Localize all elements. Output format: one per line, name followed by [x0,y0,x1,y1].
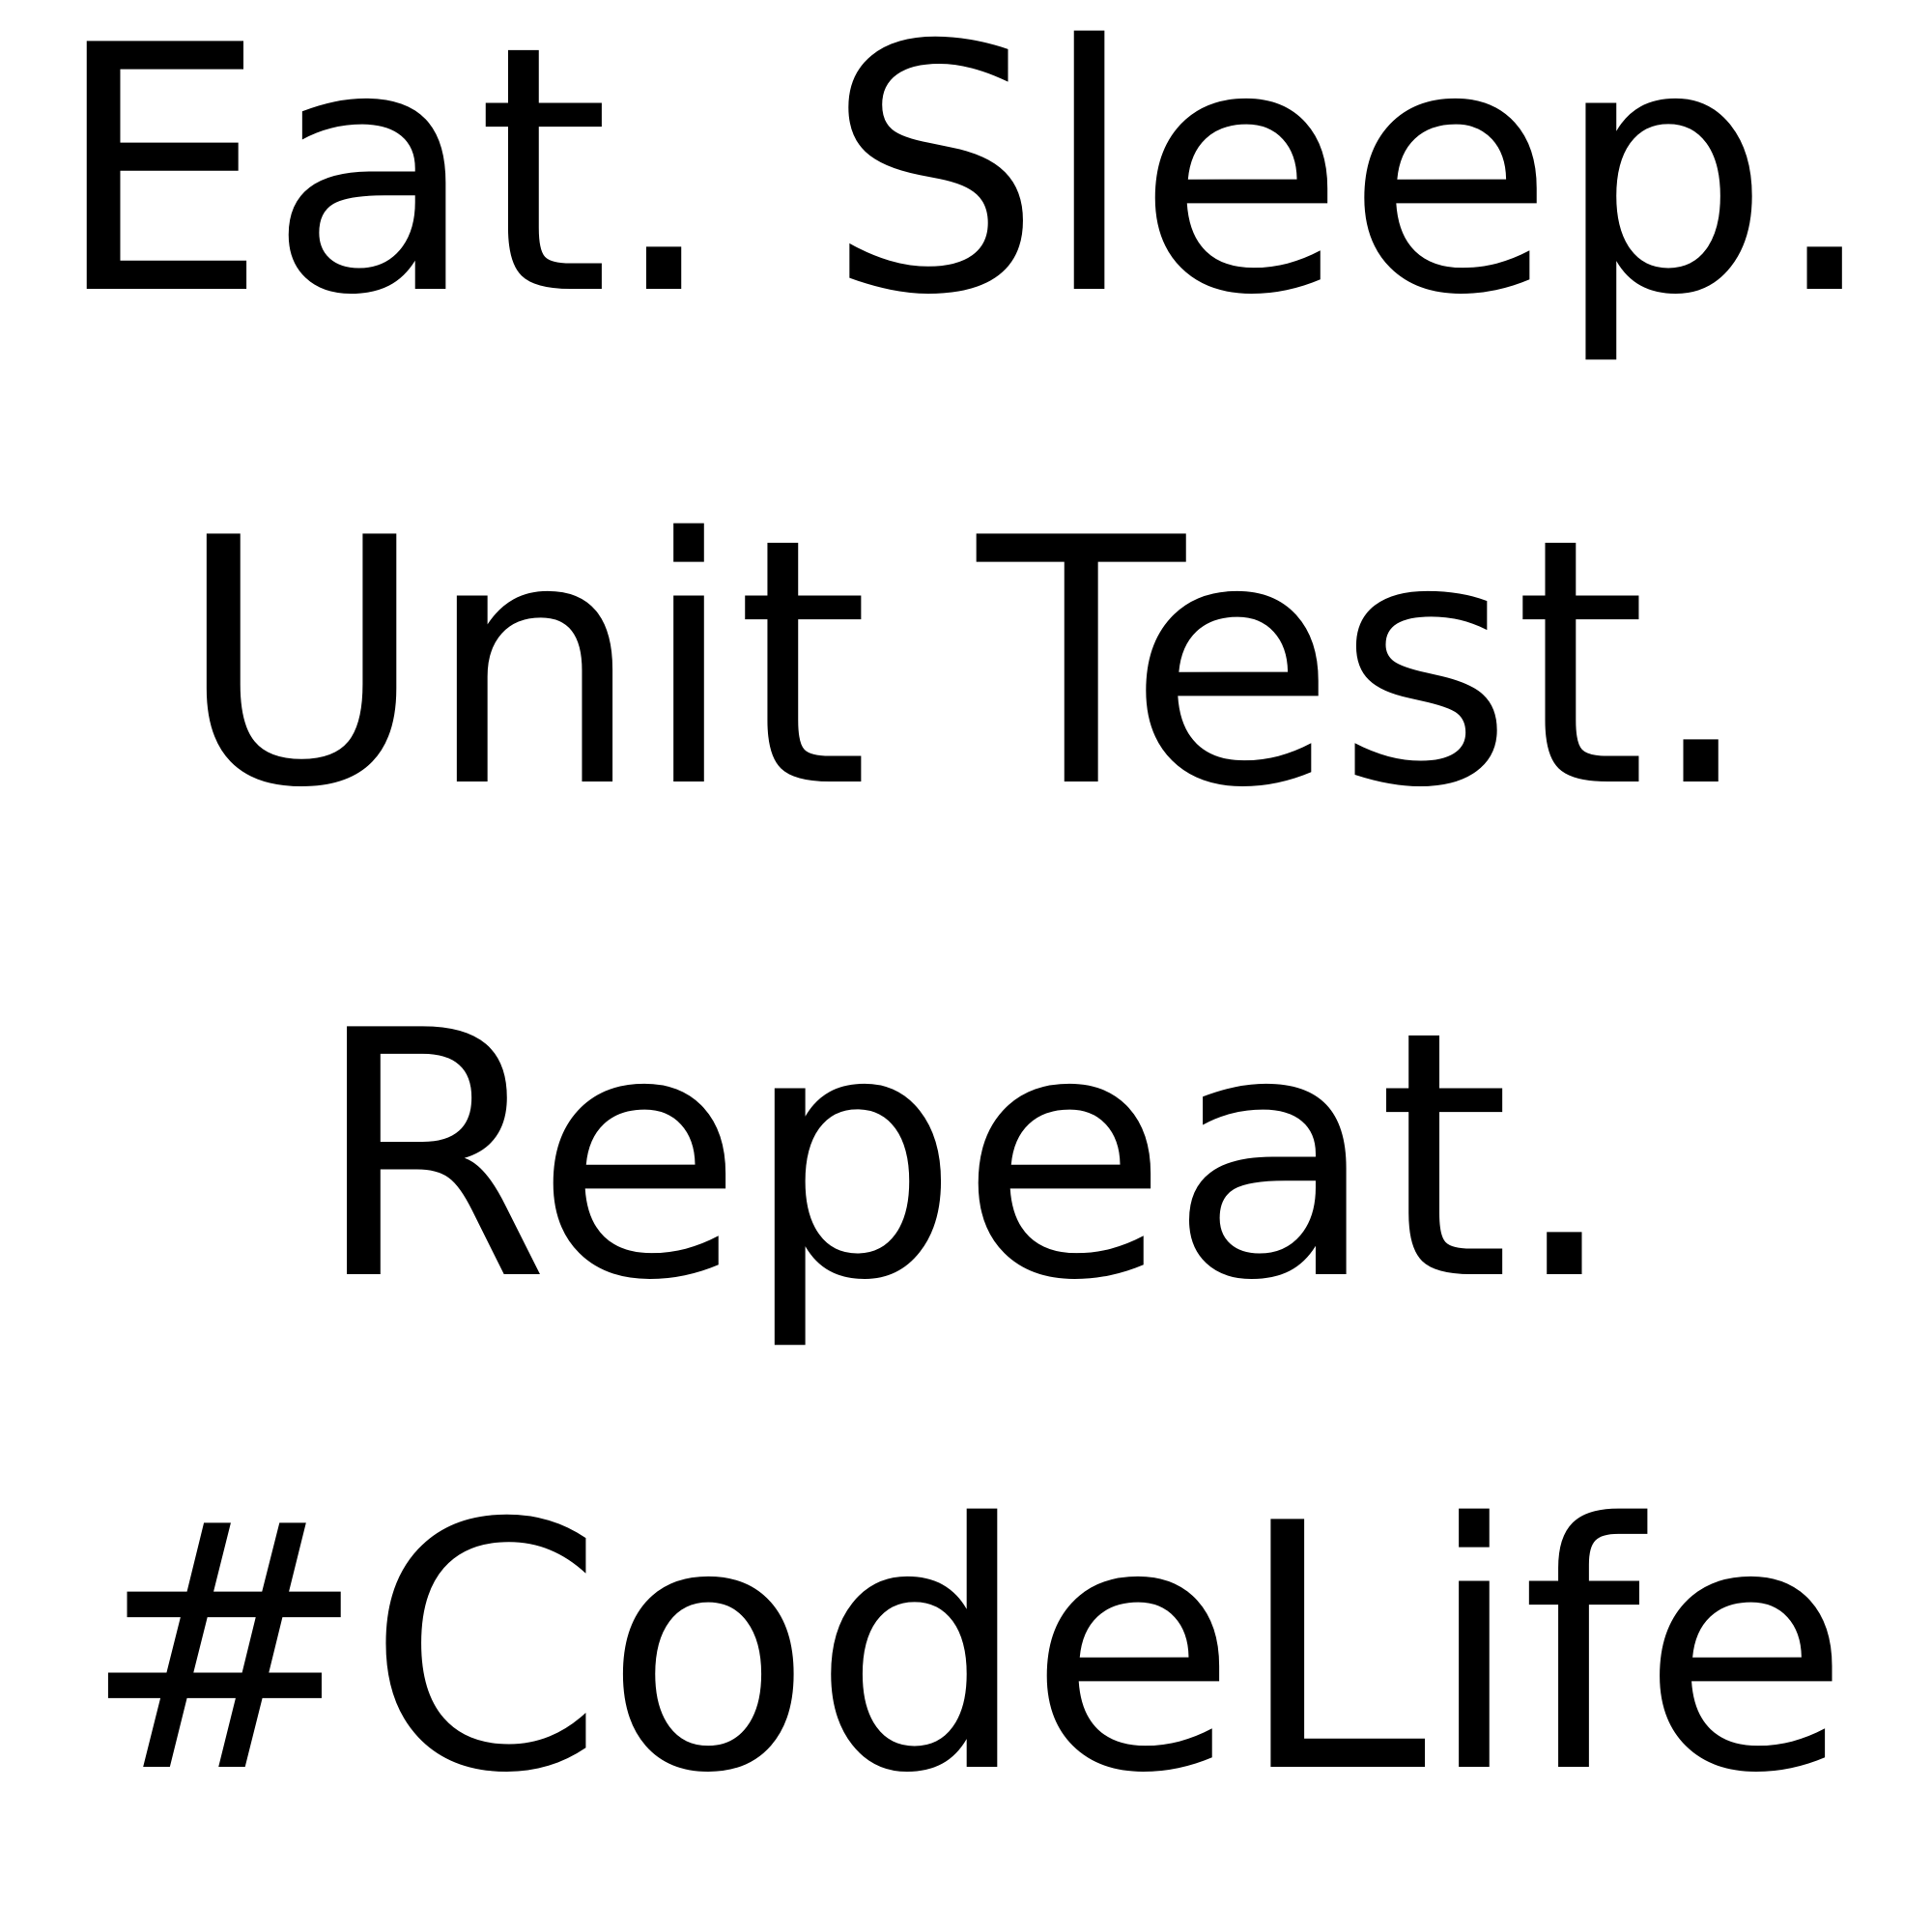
line-unit-test: Unit Test. [177,467,1755,863]
line-eat-sleep: Eat. Sleep. [53,0,1879,370]
text-poster: Eat. Sleep. Unit Test. Repeat. #CodeLife [0,0,1932,1932]
line-repeat: Repeat. [313,959,1619,1355]
line-codelife-hashtag: #CodeLife [81,1452,1851,1848]
